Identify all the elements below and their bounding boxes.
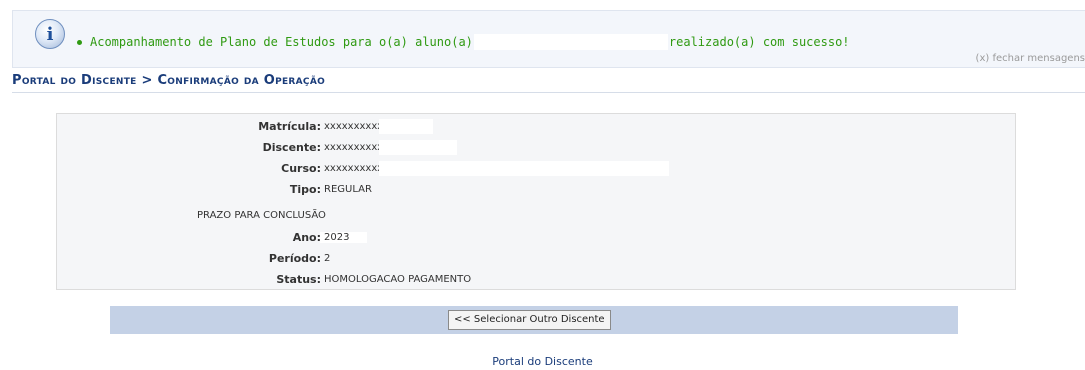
prazo-section-label: PRAZO PARA CONCLUSÃO — [197, 210, 326, 221]
info-icon: i — [35, 19, 65, 49]
bullet-icon — [77, 39, 82, 45]
discente-label: Discente: — [262, 141, 321, 154]
close-messages-link[interactable]: (x) fechar mensagens — [976, 53, 1085, 64]
row-status: Status: HOMOLOGACAO PAGAMENTO — [57, 269, 1015, 289]
success-message-box: i Acompanhamento de Plano de Estudos par… — [12, 10, 1085, 68]
redaction-bar — [379, 140, 457, 155]
row-matricula: Matrícula: xxxxxxxxxxxxxxx — [57, 116, 1015, 136]
redaction-bar — [379, 161, 669, 176]
row-tipo: Tipo: REGULAR — [57, 179, 1015, 199]
page-title: Portal do Discente > Confirmação da Oper… — [12, 71, 1085, 93]
periodo-value: 2 — [324, 253, 331, 264]
message-text-before: Acompanhamento de Plano de Estudos para … — [90, 35, 473, 49]
row-ano: Ano: 2023 — [57, 227, 1015, 247]
message-text-after: realizado(a) com sucesso! — [668, 35, 850, 49]
matricula-label: Matrícula: — [258, 120, 321, 133]
portal-discente-link[interactable]: Portal do Discente — [0, 355, 1085, 368]
ano-value: 2023 — [320, 232, 368, 243]
action-bar: << Selecionar Outro Discente — [110, 306, 958, 334]
details-panel: Matrícula: xxxxxxxxxxxxxxx Discente: xxx… — [56, 113, 1016, 290]
status-value: HOMOLOGACAO PAGAMENTO — [324, 274, 472, 285]
curso-label: Curso: — [281, 162, 321, 175]
tipo-value: REGULAR — [324, 184, 372, 195]
row-periodo: Período: 2 — [57, 248, 1015, 268]
status-label: Status: — [276, 273, 321, 286]
success-message: Acompanhamento de Plano de Estudos para … — [77, 34, 1037, 50]
row-curso: Curso: xxxxxxxxxxxxxxx — [57, 158, 1015, 178]
select-other-student-button[interactable]: << Selecionar Outro Discente — [448, 310, 611, 330]
ano-label: Ano: — [292, 231, 321, 244]
redaction-bar — [379, 119, 433, 134]
tipo-label: Tipo: — [289, 183, 321, 196]
periodo-label: Período: — [268, 252, 321, 265]
row-discente: Discente: xxxxxxxxxxxxxxx — [57, 137, 1015, 157]
redacted-student-name — [473, 34, 668, 50]
